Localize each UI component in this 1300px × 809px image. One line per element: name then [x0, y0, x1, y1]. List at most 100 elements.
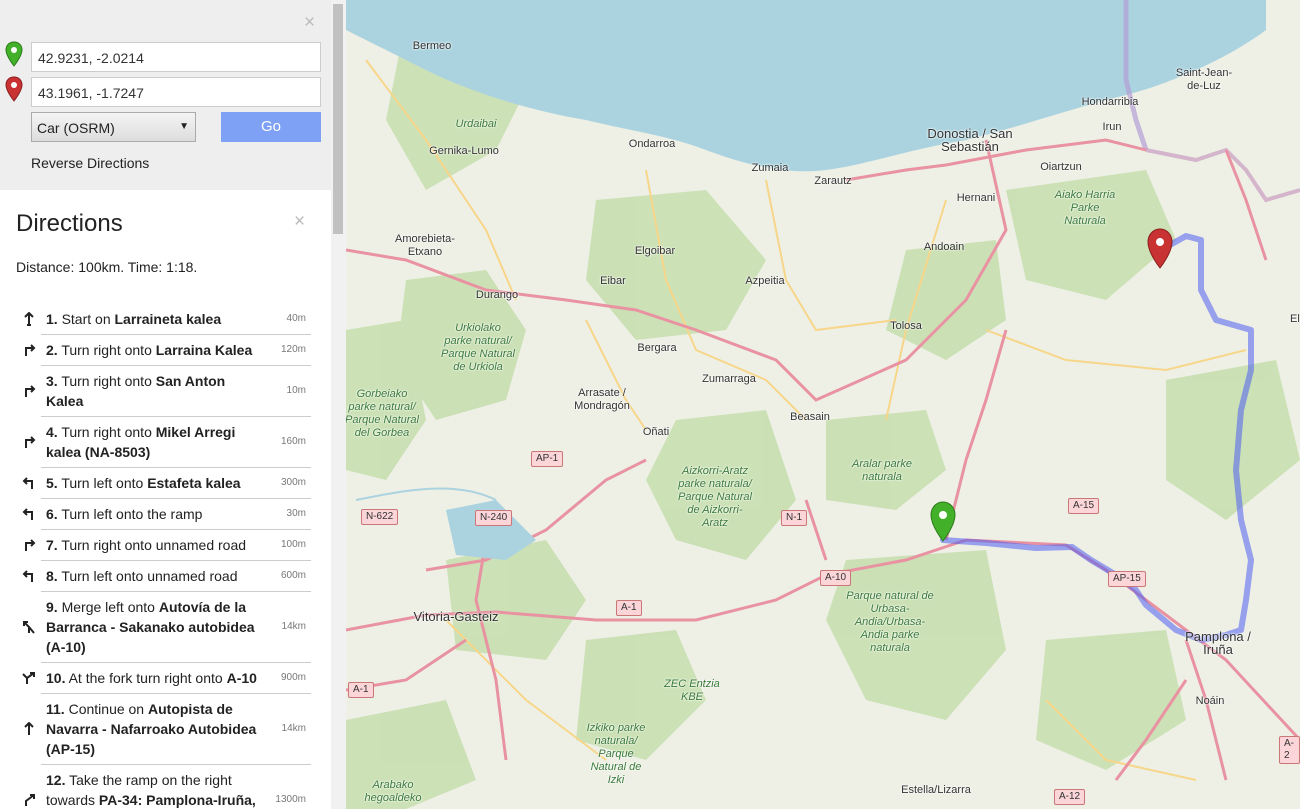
direction-step[interactable]: 12. Take the ramp on the right towards P…: [16, 764, 311, 809]
step-text: 8. Turn left onto unnamed road: [46, 566, 261, 586]
park-label: ZEC Entzia KBE: [664, 678, 720, 703]
merge-left-icon: [16, 591, 41, 662]
step-text: 2. Turn right onto Larraina Kalea: [46, 340, 261, 360]
place-label: Oiartzun: [1040, 161, 1082, 173]
reverse-directions-link[interactable]: Reverse Directions: [31, 155, 149, 171]
direction-step[interactable]: 7. Turn right onto unnamed road 100m: [16, 529, 311, 560]
place-label: Pamplona / Iruña: [1185, 629, 1251, 657]
close-route-form-icon[interactable]: ×: [304, 13, 315, 32]
step-distance: 10m: [286, 385, 306, 396]
step-text: 3. Turn right onto San Anton Kalea: [46, 371, 261, 411]
step-distance: 600m: [280, 570, 306, 581]
place-label: Beasain: [790, 411, 830, 423]
direction-step[interactable]: 3. Turn right onto San Anton Kalea 10m: [16, 365, 311, 416]
place-label: Amorebieta-Etxano: [395, 233, 455, 258]
place-label: Eli: [1290, 313, 1300, 325]
step-instruction: At the fork turn right onto: [68, 670, 227, 686]
go-button[interactable]: Go: [221, 112, 321, 142]
park-label: Aralar parke naturala: [852, 458, 912, 483]
step-number: 12.: [46, 772, 66, 788]
place-label: Azpeitia: [745, 275, 785, 287]
step-number: 11.: [46, 701, 65, 717]
park-label: Aiako Harria Parke Naturala: [1054, 189, 1116, 227]
step-instruction: Start on: [61, 311, 115, 327]
place-label: Hernani: [956, 192, 996, 204]
step-distance: 40m: [286, 313, 306, 324]
direction-step[interactable]: 8. Turn left onto unnamed road 600m: [16, 560, 311, 591]
step-body: 7. Turn right onto unnamed road 100m: [41, 529, 311, 560]
step-text: 1. Start on Larraineta kalea: [46, 309, 261, 329]
direction-step[interactable]: 1. Start on Larraineta kalea 40m: [16, 304, 311, 334]
step-instruction: Continue on: [68, 701, 148, 717]
step-text: 6. Turn left onto the ramp: [46, 504, 261, 524]
sidebar: × 42.9231, -2.0214 43.1961, -1.7247 Car …: [0, 0, 346, 809]
place-label: Donostia / San Sebastián: [927, 126, 1013, 154]
direction-step[interactable]: 2. Turn right onto Larraina Kalea 120m: [16, 334, 311, 365]
direction-step[interactable]: 11. Continue on Autopista de Navarra - N…: [16, 693, 311, 764]
road-shield: AP-1: [531, 451, 564, 467]
place-label: Saint-Jean-de-Luz: [1175, 67, 1233, 92]
step-distance: 1300m: [275, 794, 306, 805]
step-text: 10. At the fork turn right onto A-10: [46, 668, 261, 688]
to-input[interactable]: 43.1961, -1.7247: [31, 77, 321, 107]
road-shield: N-1: [781, 510, 808, 526]
direction-step[interactable]: 9. Merge left onto Autovía de la Barranc…: [16, 591, 311, 662]
step-road: Larraina Kalea: [155, 342, 253, 358]
road-shield: A-2: [1279, 736, 1300, 764]
direction-step[interactable]: 6. Turn left onto the ramp 30m: [16, 498, 311, 529]
routing-engine-value: Car (OSRM): [37, 120, 115, 136]
step-body: 11. Continue on Autopista de Navarra - N…: [41, 693, 311, 764]
scrollbar-thumb[interactable]: [333, 4, 343, 234]
step-distance: 14km: [281, 621, 306, 632]
routing-engine-select[interactable]: Car (OSRM) ▼: [31, 112, 196, 142]
road-shield: A-1: [348, 682, 374, 698]
step-instruction: Turn right onto unnamed road: [61, 537, 247, 553]
step-number: 3.: [46, 373, 58, 389]
turn-right-icon: [16, 334, 41, 365]
step-body: 12. Take the ramp on the right towards P…: [41, 764, 311, 809]
direction-step[interactable]: 4. Turn right onto Mikel Arregi kalea (N…: [16, 416, 311, 467]
place-label: Oñati: [642, 426, 670, 438]
directions-steps: 1. Start on Larraineta kalea 40m 2. Turn r…: [16, 304, 311, 809]
step-instruction: Turn right onto: [61, 424, 156, 440]
direction-step[interactable]: 5. Turn left onto Estafeta kalea 300m: [16, 467, 311, 498]
step-instruction: Turn left onto the ramp: [61, 506, 203, 522]
map[interactable]: Bermeo Ondarroa Zumaia Zarautz Donostia …: [346, 0, 1300, 809]
end-marker-icon: [5, 76, 23, 102]
road-shield: A-12: [1054, 789, 1086, 805]
step-number: 6.: [46, 506, 58, 522]
place-label: Estella/Lizarra: [901, 784, 971, 796]
step-distance: 300m: [280, 477, 306, 488]
direction-step[interactable]: 10. At the fork turn right onto A-10 900m: [16, 662, 311, 693]
turn-left-icon: [16, 498, 41, 529]
step-text: 9. Merge left onto Autovía de la Barranc…: [46, 597, 261, 657]
place-label: Gernika-Lumo: [429, 145, 499, 157]
step-road: Estafeta kalea: [147, 475, 241, 491]
step-instruction: Turn left onto: [61, 475, 148, 491]
step-distance: 14km: [281, 723, 306, 734]
route-form: × 42.9231, -2.0214 43.1961, -1.7247 Car …: [0, 0, 331, 190]
step-number: 9.: [46, 599, 58, 615]
place-label: Irun: [1102, 121, 1122, 133]
place-label: Andoain: [923, 241, 965, 253]
road-shield: N-622: [361, 509, 399, 525]
from-input[interactable]: 42.9231, -2.0214: [31, 42, 321, 72]
continue-icon: [16, 693, 41, 764]
place-label: Eibar: [600, 275, 626, 287]
park-label: Arabako hegoaldeko: [364, 779, 422, 804]
step-body: 1. Start on Larraineta kalea 40m: [41, 304, 311, 334]
place-label: Arrasate / Mondragón: [574, 387, 630, 412]
ramp-right-icon: [16, 764, 41, 809]
dropdown-arrow-icon: ▼: [179, 121, 189, 132]
step-text: 4. Turn right onto Mikel Arregi kalea (N…: [46, 422, 261, 462]
place-label: Ondarroa: [628, 138, 676, 150]
park-label: Parque natural de Urbasa-Andia/Urbasa-An…: [846, 590, 934, 654]
place-label: Bergara: [637, 342, 677, 354]
park-label: Aizkorri-Aratz parke naturala/ Parque Na…: [678, 465, 752, 529]
step-distance: 30m: [286, 508, 306, 519]
close-directions-icon[interactable]: ×: [294, 212, 305, 231]
step-instruction: Turn right onto: [61, 342, 156, 358]
step-body: 2. Turn right onto Larraina Kalea 120m: [41, 334, 311, 365]
park-label: Izkiko parke naturala/ Parque Natural de…: [586, 722, 646, 786]
step-body: 3. Turn right onto San Anton Kalea 10m: [41, 365, 311, 416]
